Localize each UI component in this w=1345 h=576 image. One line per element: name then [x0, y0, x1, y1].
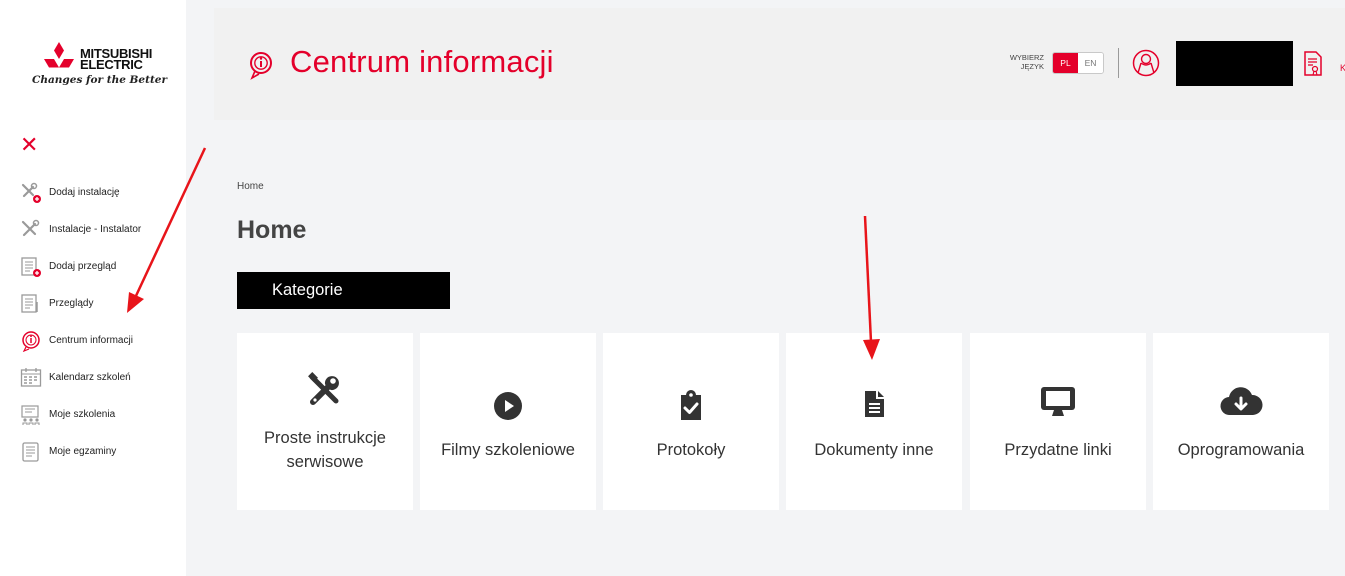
tools-icon: [20, 219, 42, 241]
category-label: Protokoły: [656, 441, 726, 459]
redacted-user-name: [1176, 41, 1293, 86]
breadcrumb[interactable]: Home: [237, 181, 264, 192]
monitor-icon: [970, 383, 1146, 421]
sidebar-item-centrum-informacji[interactable]: Centrum informacji: [20, 322, 190, 359]
sidebar-item-moje-egzaminy[interactable]: Moje egzaminy: [20, 433, 190, 470]
document-icon: [786, 385, 962, 423]
category-card-dokumenty-inne[interactable]: Dokumenty inne: [786, 333, 962, 510]
category-card-protokoly[interactable]: Protokoły: [603, 333, 779, 510]
language-option-pl[interactable]: PL: [1053, 53, 1078, 73]
header-divider: [1118, 48, 1119, 78]
info-icon: [20, 330, 42, 352]
category-label: Dokumenty inne: [814, 441, 934, 459]
info-icon: [248, 51, 274, 86]
category-card-oprogramowania[interactable]: Oprogramowania: [1153, 333, 1329, 510]
page-header: Centrum informacji WYBIERZ JĘZYK PL EN K: [214, 8, 1345, 120]
sidebar-item-instalacje-instalator[interactable]: Instalacje - Instalator: [20, 211, 190, 248]
certificate-icon[interactable]: [1303, 51, 1323, 82]
mitsubishi-diamonds-icon: [44, 42, 74, 68]
play-icon: [420, 387, 596, 425]
sidebar-item-label: Instalacje - Instalator: [49, 224, 142, 235]
sidebar-item-dodaj-instalacje[interactable]: Dodaj instalację: [20, 174, 190, 211]
sidebar-item-label: Centrum informacji: [49, 335, 133, 346]
section-header-kategorie: Kategorie: [237, 272, 450, 309]
tools-icon: [237, 371, 413, 409]
category-card-filmy-szkoleniowe[interactable]: Filmy szkoleniowe: [420, 333, 596, 510]
language-option-en[interactable]: EN: [1078, 53, 1103, 73]
tools-add-icon: [20, 182, 42, 204]
category-card-przydatne-linki[interactable]: Przydatne linki: [970, 333, 1146, 510]
category-label: Filmy szkoleniowe: [441, 441, 575, 459]
sidebar-item-label: Moje szkolenia: [49, 409, 116, 420]
sidebar: MITSUBISHI ELECTRIC Changes for the Bett…: [8, 12, 185, 576]
category-label: Oprogramowania: [1177, 441, 1305, 459]
sidebar-item-label: Przeglądy: [49, 298, 94, 309]
category-label: Proste instrukcje serwisowe: [264, 429, 386, 471]
user-icon[interactable]: [1132, 48, 1160, 83]
logo-brand-name: MITSUBISHI ELECTRIC: [80, 46, 153, 72]
language-label: WYBIERZ JĘZYK: [1009, 53, 1044, 71]
section-title: Kategorie: [272, 281, 343, 299]
exam-icon: [20, 441, 42, 463]
brand-logo[interactable]: MITSUBISHI ELECTRIC Changes for the Bett…: [30, 42, 180, 102]
sidebar-item-przeglady[interactable]: Przeglądy: [20, 285, 190, 322]
inspection-add-icon: [20, 256, 42, 278]
clipboard-check-icon: [603, 387, 779, 425]
cloud-download-icon: [1153, 383, 1329, 421]
sidebar-menu: Dodaj instalację Instalacje - Instalator: [20, 174, 190, 470]
category-label: Przydatne linki: [1004, 441, 1112, 459]
sidebar-item-label: Moje egzaminy: [49, 446, 117, 457]
header-cut-off-text[interactable]: K: [1340, 63, 1345, 73]
language-switcher: PL EN: [1052, 52, 1104, 74]
sidebar-item-label: Kalendarz szkoleń: [49, 372, 131, 383]
calendar-icon: [20, 367, 42, 389]
sidebar-item-label: Dodaj przegląd: [49, 261, 117, 272]
page-title: Home: [237, 216, 307, 244]
close-icon[interactable]: ✕: [20, 134, 38, 156]
sidebar-item-moje-szkolenia[interactable]: Moje szkolenia: [20, 396, 190, 433]
main-content: Centrum informacji WYBIERZ JĘZYK PL EN K…: [186, 0, 1345, 576]
category-card-proste-instrukcje[interactable]: Proste instrukcje serwisowe: [237, 333, 413, 510]
sidebar-item-dodaj-przeglad[interactable]: Dodaj przegląd: [20, 248, 190, 285]
page-header-title: Centrum informacji: [290, 44, 554, 79]
logo-tagline: Changes for the Better: [32, 74, 168, 86]
sidebar-item-label: Dodaj instalację: [49, 187, 120, 198]
inspection-icon: [20, 293, 42, 315]
sidebar-item-kalendarz-szkolen[interactable]: Kalendarz szkoleń: [20, 359, 190, 396]
training-icon: [20, 404, 42, 426]
